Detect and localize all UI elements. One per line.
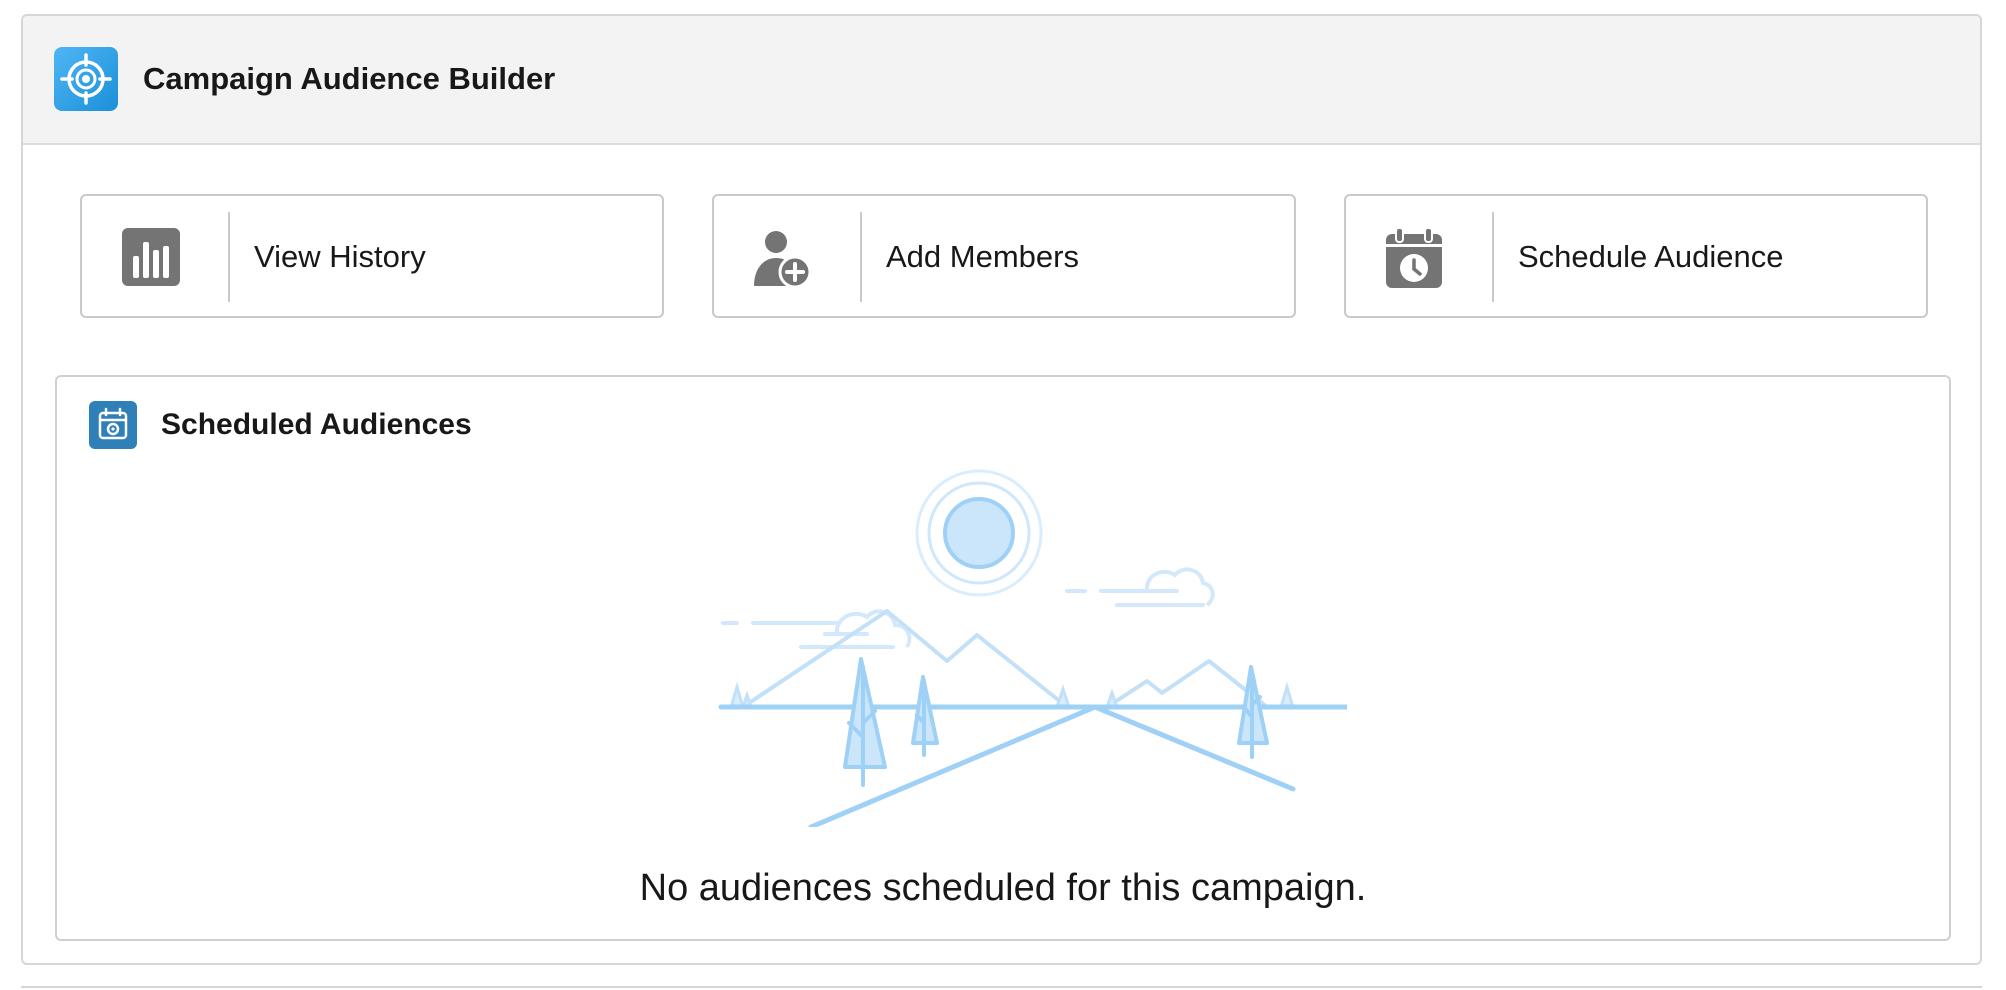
app-title: Campaign Audience Builder [143,61,556,96]
button-divider [1492,212,1494,302]
add-members-label: Add Members [886,239,1079,274]
empty-state-illustration [707,467,1360,830]
divider [21,986,1982,988]
scheduled-audiences-title: Scheduled Audiences [161,408,472,441]
add-user-icon [750,226,814,290]
button-divider [228,212,230,302]
view-history-label: View History [254,239,426,274]
add-members-button[interactable]: Add Members [712,194,1296,318]
calendar-icon [89,401,137,449]
card-header: Campaign Audience Builder [23,16,1980,145]
schedule-audience-label: Schedule Audience [1518,239,1784,274]
empty-state-message: No audiences scheduled for this campaign… [639,867,1367,909]
button-divider [860,212,862,302]
audience-builder-card: Campaign Audience Builder View History A… [21,14,1982,965]
bar-chart-icon [118,226,182,290]
schedule-audience-button[interactable]: Schedule Audience [1344,194,1928,318]
scheduled-audiences-panel: Scheduled Audiences No audiences schedul… [55,375,1951,941]
target-icon [54,47,118,111]
view-history-button[interactable]: View History [80,194,664,318]
calendar-clock-icon [1382,226,1446,290]
